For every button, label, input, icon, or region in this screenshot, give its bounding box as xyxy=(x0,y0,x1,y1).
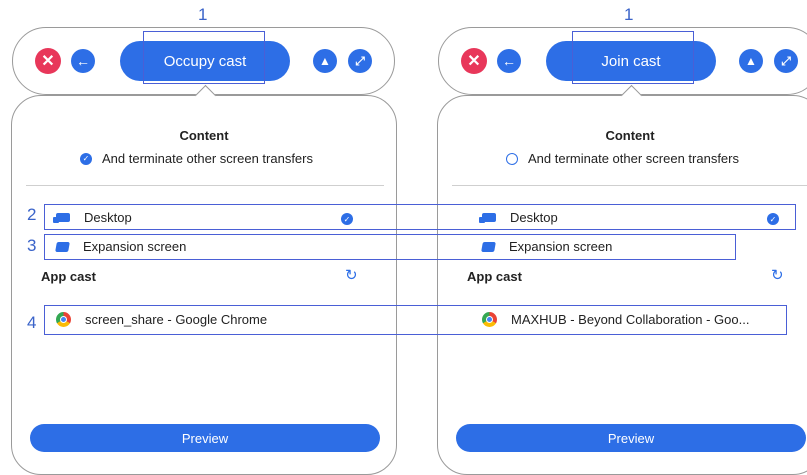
refresh-icon[interactable]: ↻ xyxy=(771,266,784,284)
terminate-label: And terminate other screen transfers xyxy=(102,151,313,166)
expand-button[interactable]: ⤢ xyxy=(348,49,372,73)
checked-radio-icon[interactable]: ✓ xyxy=(80,152,92,165)
unchecked-radio-icon[interactable] xyxy=(506,152,518,165)
annotation-number-1b: 1 xyxy=(624,5,634,24)
close-icon: ✕ xyxy=(467,53,481,70)
annotation-box-expansion xyxy=(44,234,736,260)
close-icon: ✕ xyxy=(41,53,55,70)
back-button[interactable]: ← xyxy=(71,49,95,73)
content-card: Content ✓ And terminate other screen tra… xyxy=(11,95,397,475)
collapse-button[interactable]: ▲ xyxy=(313,49,337,73)
terminate-label: And terminate other screen transfers xyxy=(528,151,739,166)
close-button[interactable]: ✕ xyxy=(35,48,61,74)
terminate-option[interactable]: ✓ And terminate other screen transfers xyxy=(80,151,313,166)
content-title: Content xyxy=(179,128,229,143)
annotation-number-1: 1 xyxy=(198,5,208,24)
divider xyxy=(452,185,807,186)
expand-icon: ⤢ xyxy=(781,53,791,68)
annotation-box-desktop xyxy=(44,204,796,230)
app-cast-title: App cast xyxy=(467,269,522,284)
annotation-number-3: 3 xyxy=(27,236,37,255)
app-cast-title: App cast xyxy=(41,269,96,284)
chevron-up-icon: ▲ xyxy=(319,54,331,68)
content-card: Content And terminate other screen trans… xyxy=(437,95,807,475)
annotation-box-join-cast xyxy=(572,31,694,84)
chevron-up-icon: ▲ xyxy=(745,54,757,68)
divider xyxy=(26,185,384,186)
annotation-box-occupy-cast xyxy=(143,31,265,84)
annotation-box-app-item xyxy=(44,305,787,335)
expand-button[interactable]: ⤢ xyxy=(774,49,798,73)
terminate-option[interactable]: And terminate other screen transfers xyxy=(506,151,739,166)
annotation-number-2: 2 xyxy=(27,205,37,224)
close-button[interactable]: ✕ xyxy=(461,48,487,74)
expand-icon: ⤢ xyxy=(355,53,365,68)
preview-button[interactable]: Preview xyxy=(30,424,380,452)
arrow-left-icon: ← xyxy=(76,53,90,69)
arrow-left-icon: ← xyxy=(502,53,516,69)
content-title: Content xyxy=(605,128,655,143)
collapse-button[interactable]: ▲ xyxy=(739,49,763,73)
preview-button[interactable]: Preview xyxy=(456,424,806,452)
back-button[interactable]: ← xyxy=(497,49,521,73)
refresh-icon[interactable]: ↻ xyxy=(345,266,358,284)
annotation-number-4: 4 xyxy=(27,313,37,332)
